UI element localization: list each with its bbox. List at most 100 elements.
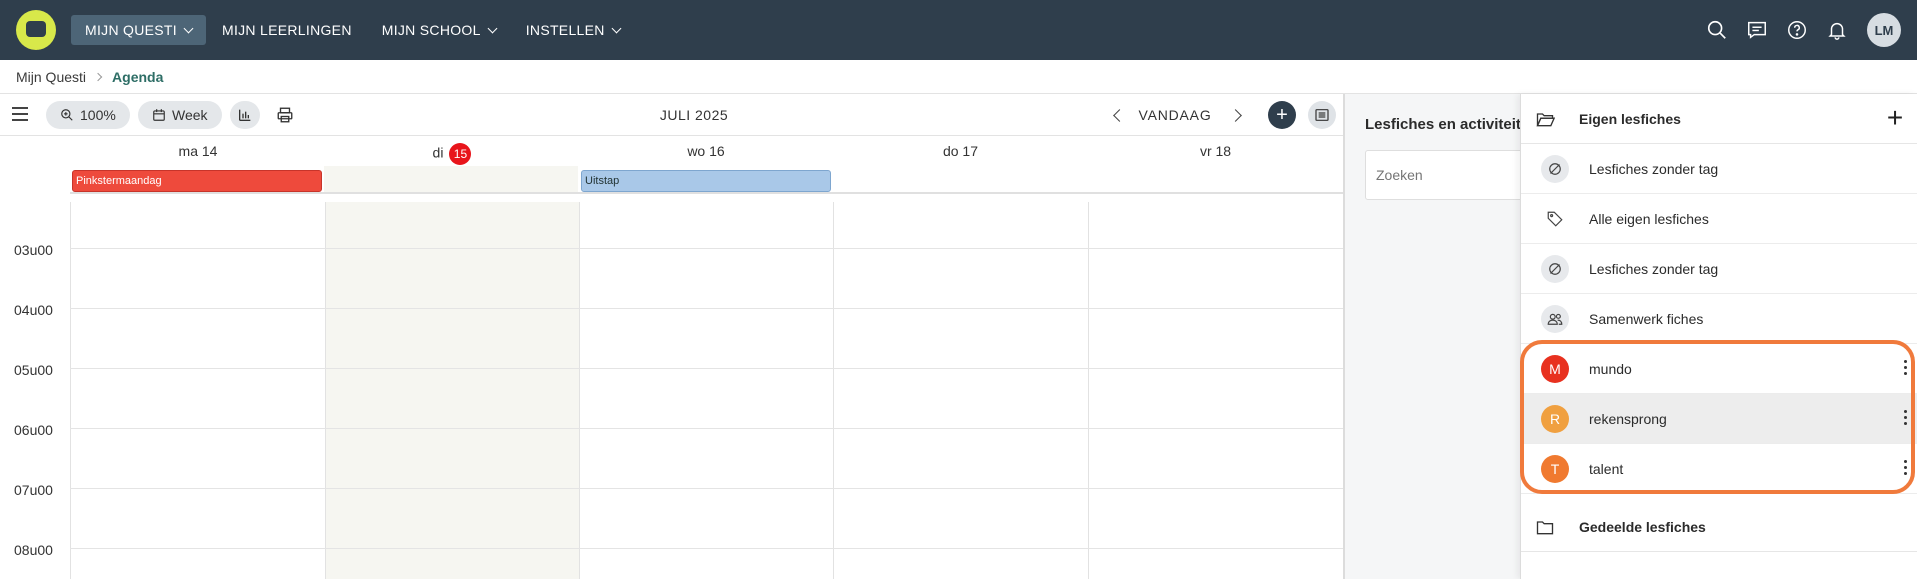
day-label: di bbox=[432, 144, 444, 161]
day-header-fri[interactable]: vr 18 bbox=[1088, 143, 1343, 159]
zoom-label: 100% bbox=[80, 107, 116, 123]
more-options-icon[interactable] bbox=[1902, 410, 1908, 428]
add-folder-button[interactable]: + bbox=[1880, 104, 1910, 134]
folder-item-no-tag-2[interactable]: Lesfiches zonder tag bbox=[1521, 244, 1917, 294]
folder-item-label: Lesfiches zonder tag bbox=[1589, 161, 1719, 177]
event-uitstap[interactable]: Uitstap bbox=[581, 170, 831, 192]
more-options-icon[interactable] bbox=[1902, 360, 1908, 378]
day-column-today[interactable] bbox=[325, 202, 579, 579]
chevron-down-icon bbox=[611, 23, 622, 33]
day-label: ma 14 bbox=[178, 143, 218, 159]
tag-item-mundo[interactable]: M mundo bbox=[1521, 344, 1917, 394]
folder-icon bbox=[1536, 521, 1554, 535]
hour-label: 05u00 bbox=[14, 362, 53, 378]
chart-button[interactable] bbox=[230, 101, 260, 129]
nav-item-label: MIJN SCHOOL bbox=[381, 22, 481, 38]
next-week-button[interactable] bbox=[1226, 104, 1248, 126]
nav-item-instellen[interactable]: INSTELLEN bbox=[512, 15, 634, 45]
day-label: wo 16 bbox=[687, 143, 725, 159]
day-column[interactable] bbox=[1088, 202, 1343, 579]
previous-week-button[interactable] bbox=[1106, 104, 1128, 126]
nav-item-mijn-school[interactable]: MIJN SCHOOL bbox=[368, 15, 510, 45]
day-label: vr 18 bbox=[1199, 143, 1232, 159]
chevron-left-icon bbox=[1112, 108, 1126, 122]
tag-icon bbox=[1541, 205, 1569, 233]
day-header-mon[interactable]: ma 14 bbox=[71, 143, 325, 159]
event-pinkstermaandag[interactable]: Pinkstermaandag bbox=[72, 170, 322, 192]
main-nav: MIJN QUESTI MIJN LEERLINGEN MIJN SCHOOL … bbox=[71, 15, 636, 45]
hour-line bbox=[70, 428, 1343, 429]
chevron-right-icon bbox=[93, 72, 103, 81]
add-event-button[interactable]: + bbox=[1268, 101, 1296, 129]
folder-item-collaboration[interactable]: Samenwerk fiches bbox=[1521, 294, 1917, 344]
hour-line bbox=[70, 368, 1343, 369]
own-lessons-header[interactable]: Eigen lesfiches + bbox=[1521, 94, 1917, 144]
nav-item-mijn-questi[interactable]: MIJN QUESTI bbox=[71, 15, 206, 45]
plus-icon: + bbox=[1276, 103, 1288, 126]
top-navigation-bar: MIJN QUESTI MIJN LEERLINGEN MIJN SCHOOL … bbox=[0, 0, 1917, 60]
list-view-button[interactable] bbox=[1308, 101, 1336, 129]
hour-label: 08u00 bbox=[14, 542, 53, 558]
more-options-icon[interactable] bbox=[1902, 460, 1908, 478]
time-grid: 03u00 04u00 05u00 06u00 07u00 08u00 bbox=[0, 202, 1343, 579]
questi-logo[interactable] bbox=[16, 10, 56, 50]
day-column[interactable] bbox=[833, 202, 1088, 579]
no-tag-icon bbox=[1541, 255, 1569, 283]
folder-item-all-own[interactable]: Alle eigen lesfiches bbox=[1521, 194, 1917, 244]
calendar-icon bbox=[153, 109, 165, 121]
breadcrumb: Mijn Questi Agenda bbox=[0, 60, 1917, 94]
top-icons: LM bbox=[1695, 12, 1901, 48]
view-label: Week bbox=[172, 107, 208, 123]
user-avatar[interactable]: LM bbox=[1867, 13, 1901, 47]
folder-item-label: Alle eigen lesfiches bbox=[1589, 211, 1709, 227]
print-button[interactable] bbox=[270, 101, 300, 129]
zoom-button[interactable]: 100% bbox=[46, 101, 130, 129]
nav-item-mijn-leerlingen[interactable]: MIJN LEERLINGEN bbox=[208, 15, 366, 45]
search-input[interactable] bbox=[1365, 150, 1520, 200]
search-icon[interactable] bbox=[1699, 12, 1735, 48]
day-headers: ma 14 di 15 wo 16 do 17 vr 18 bbox=[0, 136, 1343, 166]
today-button[interactable]: VANDAAG bbox=[1135, 107, 1215, 123]
hour-line bbox=[70, 488, 1343, 489]
list-icon bbox=[1315, 109, 1329, 121]
hour-line bbox=[70, 308, 1343, 309]
lesson-folders-drawer: Eigen lesfiches + Lesfiches zonder tag A… bbox=[1520, 94, 1917, 579]
printer-icon bbox=[277, 107, 293, 123]
day-header-tue[interactable]: di 15 bbox=[325, 143, 579, 165]
today-date-badge: 15 bbox=[449, 143, 472, 165]
help-icon[interactable] bbox=[1779, 12, 1815, 48]
users-icon bbox=[1541, 305, 1569, 333]
day-column[interactable] bbox=[579, 202, 833, 579]
tag-label: talent bbox=[1589, 461, 1624, 477]
zoom-icon bbox=[61, 109, 73, 121]
lesson-panel-title: Lesfiches en activiteit bbox=[1365, 116, 1520, 133]
nav-item-label: INSTELLEN bbox=[525, 22, 605, 38]
hour-label: 03u00 bbox=[14, 242, 53, 258]
tag-letter-avatar: M bbox=[1541, 355, 1569, 383]
bell-icon[interactable] bbox=[1819, 12, 1855, 48]
tag-label: rekensprong bbox=[1589, 411, 1667, 427]
tag-label: mundo bbox=[1589, 361, 1632, 377]
view-select-button[interactable]: Week bbox=[138, 101, 222, 129]
breadcrumb-home-link[interactable]: Mijn Questi bbox=[16, 69, 86, 85]
calendar-week-view: 100% Week JULI 2025 VANDAAG + ma 14 di 15… bbox=[0, 94, 1343, 579]
tag-item-rekensprong[interactable]: R rekensprong bbox=[1521, 394, 1917, 444]
nav-item-label: MIJN LEERLINGEN bbox=[221, 22, 352, 38]
current-month-label: JULI 2025 bbox=[659, 107, 729, 123]
folder-item-no-tag[interactable]: Lesfiches zonder tag bbox=[1521, 144, 1917, 194]
bar-chart-icon bbox=[239, 109, 251, 121]
shared-lessons-header[interactable]: Gedeelde lesfiches bbox=[1521, 502, 1917, 552]
nav-item-label: MIJN QUESTI bbox=[85, 22, 177, 38]
chevron-right-icon bbox=[1228, 108, 1242, 122]
tag-item-talent[interactable]: T talent bbox=[1521, 444, 1917, 494]
menu-icon[interactable] bbox=[12, 107, 28, 121]
shared-lessons-title: Gedeelde lesfiches bbox=[1579, 519, 1706, 535]
folder-item-label: Lesfiches zonder tag bbox=[1589, 261, 1719, 277]
day-column[interactable] bbox=[70, 202, 325, 579]
chat-icon[interactable] bbox=[1739, 12, 1775, 48]
tag-letter-avatar: R bbox=[1541, 405, 1569, 433]
chevron-down-icon bbox=[183, 23, 194, 33]
day-header-wed[interactable]: wo 16 bbox=[579, 143, 833, 159]
breadcrumb-current: Agenda bbox=[112, 68, 164, 85]
day-header-thu[interactable]: do 17 bbox=[833, 143, 1088, 159]
